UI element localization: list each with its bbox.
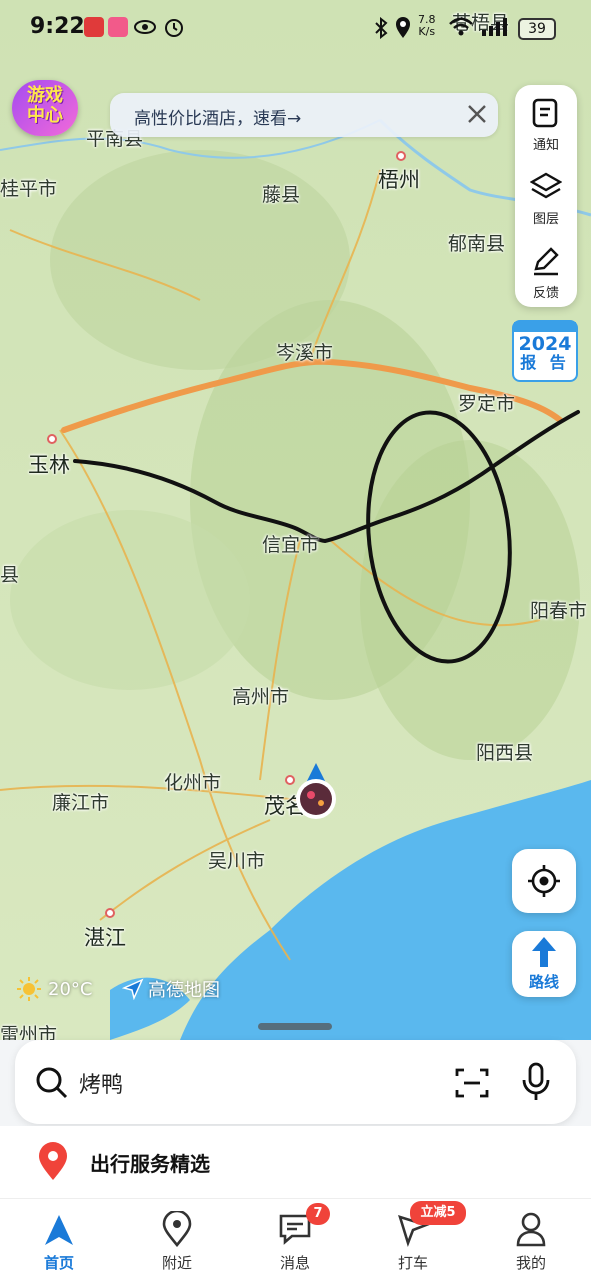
place-county-left: 县 (0, 564, 20, 586)
tab-home[interactable]: 首页 (14, 1199, 104, 1281)
tab-profile[interactable]: 我的 (486, 1199, 576, 1281)
locate-button[interactable] (512, 849, 576, 913)
notification-icon (532, 98, 558, 128)
map-tool-panel: 通知 图层 反馈 (515, 85, 577, 307)
search-icon (36, 1067, 68, 1099)
status-time: 9:22 (30, 14, 85, 39)
scan-icon[interactable] (455, 1066, 489, 1100)
bluetooth-icon (375, 17, 388, 39)
brand-logo: 高德地图 (122, 976, 220, 1002)
place-gaozhou: 高州市 (232, 686, 290, 708)
map-view[interactable]: 苍梧县 平南县 桂平市 藤县 梧州 郁南县 岑溪市 罗定市 玉林 信宜市 县 阳… (0, 0, 591, 1040)
current-location-marker[interactable] (293, 763, 339, 823)
sun-icon (17, 977, 41, 1001)
layers-label: 图层 (532, 212, 559, 227)
services-title: 出行服务精选 (90, 1152, 210, 1176)
place-xinyi: 信宜市 (262, 534, 320, 556)
promo-banner[interactable]: 高性价比酒店，速看→ (110, 93, 498, 137)
place-wuchuan: 吴川市 (208, 850, 266, 872)
crosshair-icon (528, 865, 560, 897)
search-input[interactable]: 烤鸭 (79, 1067, 123, 1099)
tab-label: 附近 (161, 1254, 192, 1272)
gaode-logo-icon (122, 978, 144, 1000)
tab-nearby[interactable]: 附近 (132, 1199, 222, 1281)
net-speed: 7.8 K/s (418, 13, 436, 38)
status-bar: 9:22 7.8 K/s 39 (0, 0, 591, 56)
place-wuzhou: 梧州 (378, 168, 420, 192)
battery-indicator: 39 (518, 18, 556, 40)
bottom-tab-bar: 首页 附近 消息 7 打车 立减5 我的 (0, 1198, 591, 1281)
feedback-button[interactable]: 反馈 (515, 237, 577, 309)
signal-icon (482, 18, 507, 36)
notify-button[interactable]: 通知 (515, 89, 577, 161)
place-luoding: 罗定市 (458, 393, 516, 415)
brand-name: 高德地图 (148, 980, 220, 1001)
layers-icon (530, 172, 562, 199)
taxi-discount-badge: 立减5 (410, 1201, 466, 1225)
tab-label: 首页 (43, 1254, 74, 1272)
place-yangxi: 阳西县 (476, 742, 534, 764)
tab-label: 打车 (397, 1254, 428, 1272)
tab-label: 消息 (279, 1254, 310, 1272)
map-pin-icon (162, 1211, 192, 1247)
location-pin-icon (39, 1142, 67, 1180)
layers-button[interactable]: 图层 (515, 163, 577, 235)
wifi-icon (449, 17, 473, 36)
close-icon[interactable] (464, 101, 490, 127)
place-yunan: 郁南县 (448, 233, 506, 255)
travel-services-section[interactable]: 出行服务精选 (0, 1126, 591, 1198)
place-zhanjiang: 湛江 (84, 926, 126, 950)
eye-icon (134, 20, 156, 34)
calendar-binding (514, 322, 576, 332)
app-notification-icon (84, 17, 104, 37)
place-yulin: 玉林 (28, 453, 70, 477)
place-guiping: 桂平市 (0, 178, 58, 200)
place-tengxian: 藤县 (262, 184, 301, 206)
message-count-badge: 7 (306, 1203, 330, 1225)
alarm-icon (165, 19, 183, 37)
location-status-icon (396, 17, 410, 38)
route-button[interactable]: 路线 (512, 931, 576, 997)
place-cenxi: 岑溪市 (276, 342, 334, 364)
sheet-drag-handle[interactable] (258, 1023, 332, 1030)
place-leizhou: 雷州市 (0, 1024, 58, 1040)
feedback-label: 反馈 (532, 286, 559, 301)
weather-indicator: 20°C (16, 976, 92, 1002)
notify-label: 通知 (532, 138, 559, 153)
temperature: 20°C (48, 978, 93, 1000)
app-notification-icon-2 (108, 17, 128, 37)
promo-text: 高性价比酒店，速看→ (134, 109, 302, 129)
report-year: 2024 (518, 333, 572, 355)
map-terrain (0, 0, 591, 1040)
microphone-icon[interactable] (521, 1062, 551, 1102)
tab-messages[interactable]: 消息 7 (250, 1199, 340, 1281)
tab-label: 我的 (515, 1254, 546, 1272)
annual-report-badge[interactable]: 2024 报 告 (512, 320, 578, 382)
report-label: 报 告 (520, 353, 570, 372)
navigation-arrow-icon (45, 1215, 73, 1245)
place-huazhou: 化州市 (164, 772, 222, 794)
place-lianjiang: 廉江市 (52, 792, 110, 814)
route-label: 路线 (528, 973, 559, 991)
tab-taxi[interactable]: 打车 立减5 (368, 1199, 466, 1281)
user-icon (516, 1212, 546, 1247)
search-bar[interactable]: 烤鸭 (15, 1040, 576, 1124)
game-center-button[interactable]: 游戏 中心 (12, 80, 78, 136)
edit-icon (534, 247, 559, 276)
place-yangchun: 阳春市 (530, 600, 588, 622)
route-arrow-icon (532, 937, 556, 967)
